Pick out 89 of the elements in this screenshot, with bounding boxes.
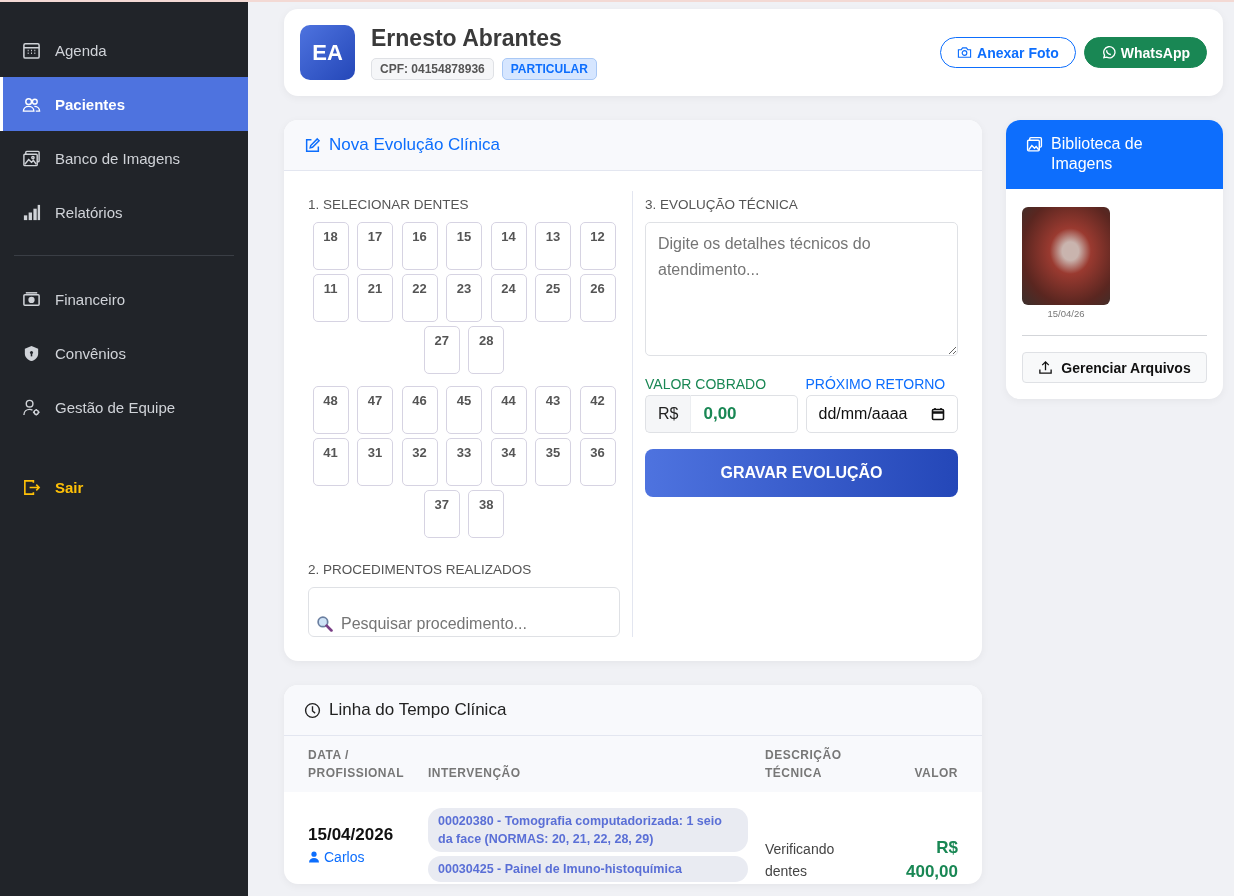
column-header: VALOR: [913, 765, 958, 782]
tooth-button[interactable]: 22: [401, 274, 438, 322]
sidebar-item[interactable]: Pacientes: [0, 77, 248, 131]
section-label: 3. EVOLUÇÃO TÉCNICA: [645, 197, 799, 212]
column-header: INTERVENÇÃO: [428, 764, 522, 782]
save-evolution-button[interactable]: GRAVAR EVOLUÇÃO: [645, 449, 958, 497]
tooth-button[interactable]: 17: [357, 222, 393, 270]
clock-icon: [304, 701, 321, 719]
tooth-button[interactable]: 47: [357, 386, 393, 434]
image-date: 15/04/26: [1047, 308, 1085, 319]
section-label: 1. SELECIONAR DENTES: [308, 197, 470, 212]
tooth-button[interactable]: 15: [446, 222, 482, 270]
user-gear-icon: [22, 397, 41, 417]
person-icon: [308, 851, 320, 863]
tooth-button[interactable]: 36: [579, 438, 616, 486]
value-text: R$ 400,00: [905, 837, 958, 883]
tooth-button[interactable]: 16: [401, 222, 438, 270]
tooth-button[interactable]: 28: [468, 326, 505, 374]
photo-placeholder[interactable]: [1022, 207, 1110, 305]
logout-icon: [22, 477, 41, 497]
whatsapp-icon: [1100, 45, 1116, 60]
plan-tag: PARTICULAR: [501, 58, 597, 80]
sidebar-item[interactable]: Sair: [0, 460, 248, 514]
edit-icon: [304, 136, 321, 154]
attach-photo-button[interactable]: Anexar Foto: [940, 37, 1076, 68]
column-header: DATA / PROFISSIONAL: [308, 747, 405, 782]
patient-avatar: EA: [300, 25, 355, 80]
camera-icon: [957, 45, 973, 60]
sidebar-item[interactable]: Gestão de Equipe: [0, 380, 248, 434]
magnifier-icon: [316, 615, 333, 632]
manage-files-button[interactable]: Gerenciar Arquivos: [1022, 352, 1207, 383]
card-title: Linha do Tempo Clínica: [329, 700, 507, 720]
value-field[interactable]: 0,00: [691, 395, 798, 433]
sidebar-item[interactable]: Convênios: [0, 326, 248, 380]
sidebar-item[interactable]: Financeiro: [0, 272, 248, 326]
patient-name: Ernesto Abrantes: [371, 25, 563, 52]
tooth-button[interactable]: 45: [446, 386, 482, 434]
tooth-button[interactable]: 24: [490, 274, 527, 322]
sidebar-item[interactable]: Relatórios: [0, 185, 248, 239]
images-icon: [22, 148, 41, 168]
tooth-button[interactable]: 23: [446, 274, 482, 322]
tooth-button[interactable]: 11: [312, 274, 349, 322]
section-label: 2. PROCEDIMENTOS REALIZADOS: [308, 562, 533, 577]
return-date-label: PRÓXIMO RETORNO: [805, 376, 947, 392]
tooth-button[interactable]: 25: [535, 274, 571, 322]
tooth-button[interactable]: 13: [535, 222, 571, 270]
description-text: Verificando dentes: [765, 840, 836, 881]
procedure-search-field[interactable]: Pesquisar procedimento...: [308, 587, 620, 637]
calendar-icon: [931, 407, 945, 421]
shield-icon: [22, 343, 41, 363]
calendar-icon: [22, 40, 41, 60]
tooth-button[interactable]: 34: [490, 438, 527, 486]
technical-notes-field[interactable]: Digite os detalhes técnicos do atendimento...: [645, 222, 958, 356]
card-title: Nova Evolução Clínica: [329, 135, 501, 155]
bar-chart-icon: [22, 202, 41, 222]
tooth-button[interactable]: 12: [579, 222, 616, 270]
tooth-button[interactable]: 38: [468, 490, 505, 538]
currency-prefix: R$: [645, 395, 692, 433]
tooth-button[interactable]: 41: [312, 438, 349, 486]
cpf-tag: CPF: 04154878936: [371, 58, 494, 80]
tooth-button[interactable]: 27: [423, 326, 460, 374]
cash-icon: [22, 289, 41, 309]
date-field[interactable]: dd/mm/aaaa: [805, 395, 958, 433]
tooth-button[interactable]: 42: [579, 386, 616, 434]
tooth-button[interactable]: 31: [357, 438, 393, 486]
tooth-button[interactable]: 14: [490, 222, 527, 270]
tooth-button[interactable]: 44: [490, 386, 527, 434]
whatsapp-button[interactable]: WhatsApp: [1083, 37, 1207, 68]
value-label: VALOR COBRADO: [645, 376, 768, 392]
tooth-button[interactable]: 37: [423, 490, 460, 538]
card-title: Biblioteca de Imagens: [1051, 134, 1144, 174]
tooth-button[interactable]: 21: [357, 274, 393, 322]
images-icon: [1026, 136, 1043, 153]
date-text: 15/04/2026: [308, 825, 395, 845]
sidebar-item[interactable]: Agenda: [0, 23, 248, 77]
tooth-button[interactable]: 26: [579, 274, 616, 322]
tooth-button[interactable]: 33: [446, 438, 482, 486]
professional-link[interactable]: Carlos: [308, 849, 428, 865]
tooth-button[interactable]: 32: [401, 438, 438, 486]
procedure-tag: 00020380 - Tomografia computadorizada: 1 seio da face (NORMAS: 20, 21, 22, 28, 29): [428, 808, 748, 852]
procedure-tag: 00030425 - Painel de Imuno-histoquímica: [428, 856, 748, 882]
tooth-button[interactable]: 43: [535, 386, 571, 434]
sidebar-item[interactable]: Banco de Imagens: [0, 131, 248, 185]
tooth-button[interactable]: 46: [401, 386, 438, 434]
tooth-button[interactable]: 35: [535, 438, 571, 486]
tooth-button[interactable]: 18: [312, 222, 349, 270]
upload-icon: [1038, 360, 1054, 375]
tooth-button[interactable]: 48: [312, 386, 349, 434]
column-header: DESCRIÇÃO TÉCNICA: [765, 746, 843, 782]
